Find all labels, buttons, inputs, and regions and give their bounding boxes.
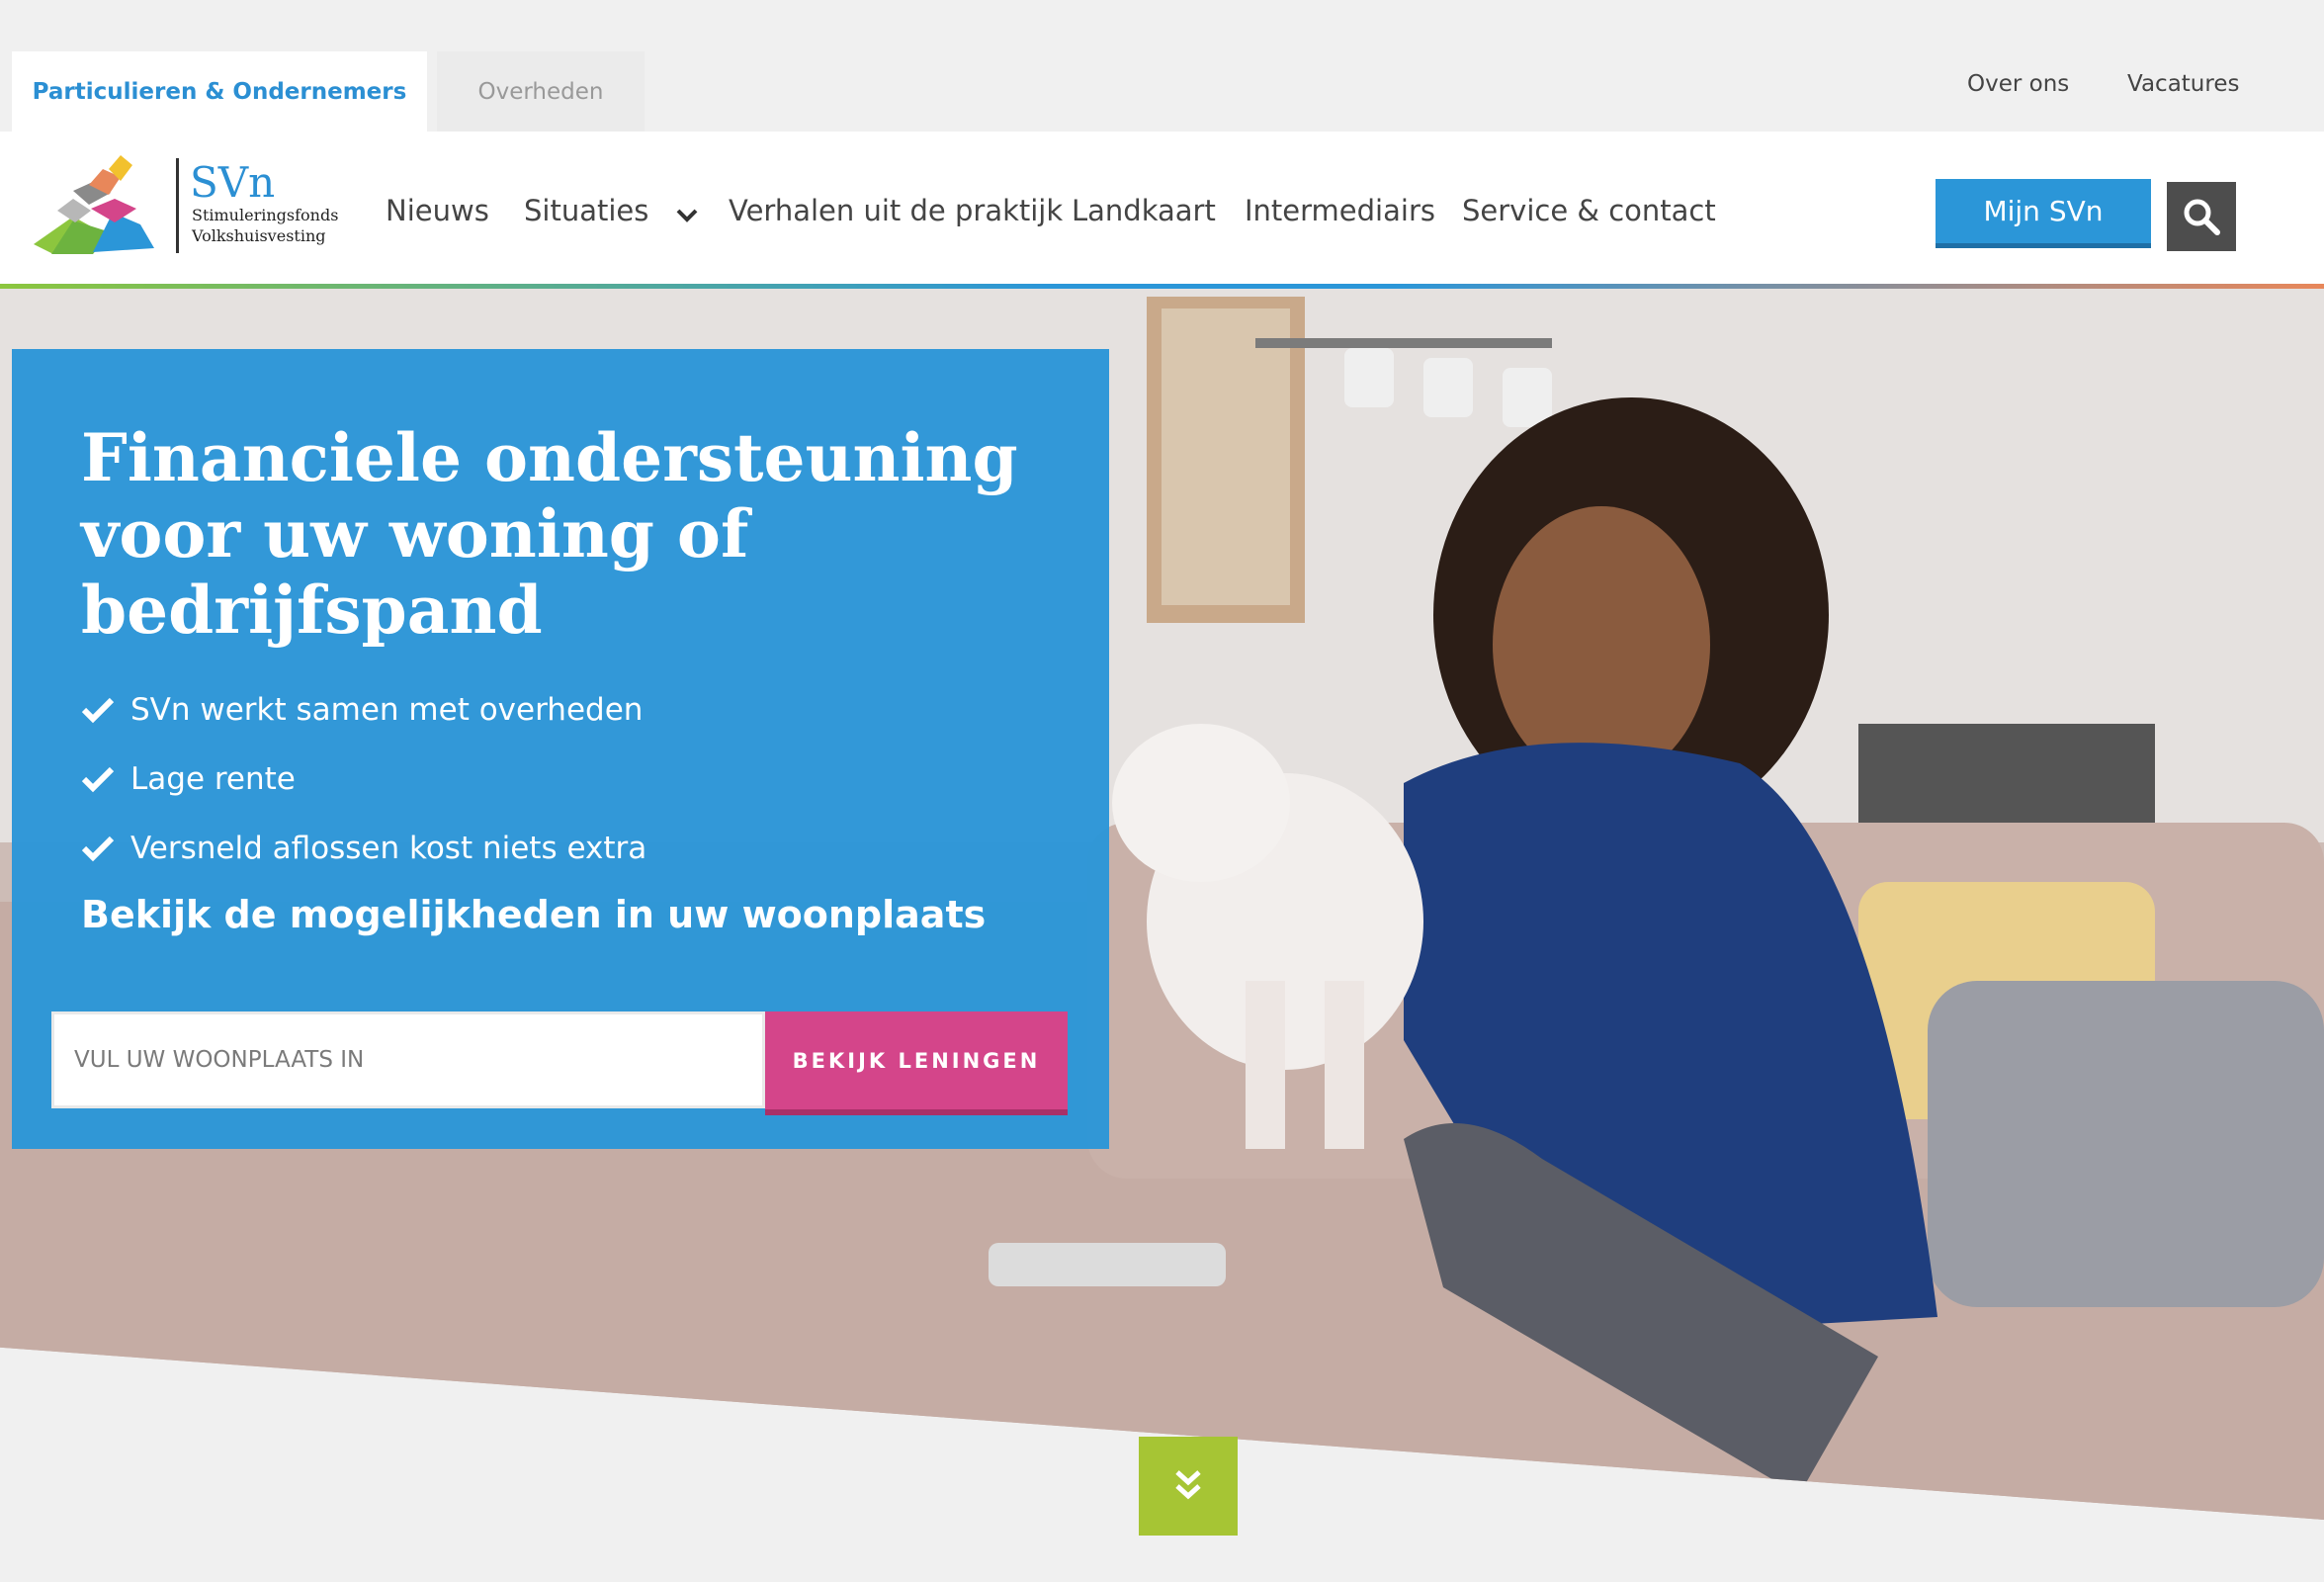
over-ons-link[interactable]: Over ons — [1967, 71, 2069, 97]
checkmark-icon — [81, 697, 115, 724]
chevron-down-icon — [676, 196, 698, 229]
benefit-item: Versneld aflossen kost niets extra — [81, 814, 646, 883]
nav-landkaart[interactable]: Landkaart — [1072, 194, 1216, 227]
woonplaats-input[interactable] — [51, 1011, 765, 1108]
logo-subtitle-line-1: Stimuleringsfonds — [192, 206, 339, 224]
nav-situaties-label: Situaties — [524, 194, 649, 227]
logo-text: SVn — [190, 158, 276, 207]
nav-service-contact[interactable]: Service & contact — [1462, 194, 1716, 227]
benefits-list: SVn werkt samen met overheden Lage rente… — [81, 675, 646, 883]
bekijk-leningen-button[interactable]: BEKIJK LENINGEN — [765, 1011, 1068, 1115]
benefit-item: Lage rente — [81, 745, 646, 814]
benefit-text: Lage rente — [130, 761, 296, 797]
tab-overheden[interactable]: Overheden — [437, 51, 645, 132]
top-bar: Particulieren & Ondernemers Overheden Ov… — [0, 0, 2324, 132]
checkmark-icon — [81, 835, 115, 862]
search-button[interactable] — [2167, 182, 2236, 251]
mijn-svn-button[interactable]: Mijn SVn — [1936, 179, 2151, 248]
benefit-text: SVn werkt samen met overheden — [130, 692, 644, 728]
nav-nieuws[interactable]: Nieuws — [386, 194, 489, 227]
promo-box: Financiele ondersteuning voor uw woning … — [12, 349, 1109, 1149]
benefit-item: SVn werkt samen met overheden — [81, 675, 646, 745]
vacatures-link[interactable]: Vacatures — [2127, 71, 2239, 97]
logo-subtitle: Stimuleringsfonds Volkshuisvesting — [192, 205, 338, 246]
checkmark-icon — [81, 766, 115, 793]
tab-particulieren[interactable]: Particulieren & Ondernemers — [12, 51, 427, 132]
header-gradient-line — [0, 284, 2324, 289]
benefit-text: Versneld aflossen kost niets extra — [130, 831, 647, 866]
nav-situaties[interactable]: Situaties — [524, 194, 698, 229]
nav-intermediairs[interactable]: Intermediairs — [1245, 194, 1435, 227]
scroll-down-button[interactable] — [1139, 1437, 1238, 1536]
logo-separator — [176, 158, 179, 253]
nav-verhalen[interactable]: Verhalen uit de praktijk — [729, 194, 1063, 227]
promo-title: Financiele ondersteuning voor uw woning … — [81, 419, 1018, 649]
logo-subtitle-line-2: Volkshuisvesting — [192, 226, 326, 245]
double-chevron-down-icon — [1175, 1470, 1201, 1500]
search-icon — [2184, 199, 2220, 235]
promo-subtitle: Bekijk de mogelijkheden in uw woonplaats — [81, 893, 987, 936]
